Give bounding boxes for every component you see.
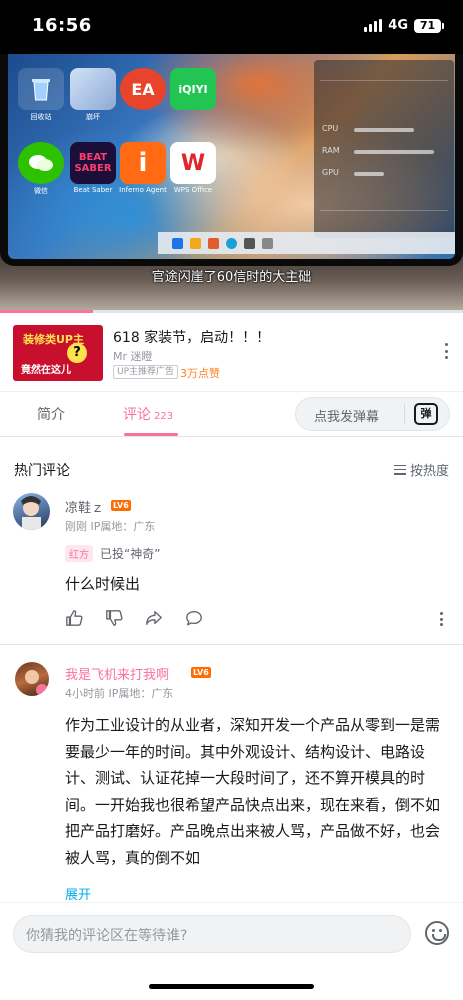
avatar[interactable]	[15, 662, 49, 696]
emoji-icon[interactable]	[425, 921, 449, 945]
desktop-icon-label: 回收站	[30, 113, 52, 121]
comment-meta: 4小时前 IP属地：广东	[65, 687, 174, 700]
status-bar: 16:56 4G 71	[0, 0, 463, 54]
performance-overlay: CPU RAM GPU	[314, 60, 454, 238]
danmaku-input[interactable]: 点我发弹幕 弹	[295, 397, 450, 431]
ad-thumbnail[interactable]: 装修类UP主 ? 竟然在这儿	[13, 325, 103, 381]
avatar[interactable]	[13, 493, 50, 530]
video-frame-tablet: 回收站 崩坏 EA iQIYI 微信 BEAT SABER Beat Saber …	[0, 54, 463, 266]
danmaku-toggle-icon[interactable]: 弹	[414, 403, 438, 425]
recycle-bin-icon	[18, 68, 64, 110]
comment-meta: 刚刚 IP属地：广东	[65, 520, 156, 533]
wps-icon: W	[170, 142, 216, 184]
more-vertical-icon[interactable]	[443, 343, 449, 359]
danmaku-placeholder: 点我发弹幕	[314, 410, 380, 425]
comment-username[interactable]: 凉鞋ｚ	[65, 497, 104, 516]
tablet-screen: 回收站 崩坏 EA iQIYI 微信 BEAT SABER Beat Saber …	[8, 54, 455, 259]
status-indicators: 4G 71	[364, 18, 444, 33]
comment-input[interactable]: 你猜我的评论区在等待谁?	[13, 915, 411, 953]
video-player[interactable]: 回收站 崩坏 EA iQIYI 微信 BEAT SABER Beat Saber …	[0, 54, 463, 312]
comment-text[interactable]: 什么时候出	[65, 573, 140, 594]
level-badge: LV6	[111, 500, 131, 511]
comment-username[interactable]: 我是飞机来打我啊	[65, 664, 169, 683]
network-type: 4G	[388, 18, 408, 33]
ad-card[interactable]: 装修类UP主 ? 竟然在这儿 618 家装节，启动！！！ Mr 迷瞪 UP主推荐…	[0, 313, 463, 391]
thumbs-down-icon[interactable]	[105, 609, 123, 627]
desktop-icon-label: WPS Office	[173, 186, 213, 194]
ad-badge: UP主推荐广告	[113, 365, 179, 379]
sort-label: 按热度	[409, 464, 449, 479]
vote-tag: 红方	[65, 545, 93, 562]
ad-title[interactable]: 618 家装节，启动！！！	[113, 327, 270, 347]
thumbs-up-icon[interactable]	[65, 609, 83, 627]
home-indicator[interactable]	[149, 984, 314, 989]
status-time: 16:56	[32, 15, 92, 36]
beatsaber-icon: BEAT SABER	[70, 142, 116, 184]
iqiyi-icon: iQIYI	[170, 68, 216, 110]
ad-thumb-subtitle: 竟然在这儿	[21, 365, 71, 376]
sort-icon	[393, 464, 406, 475]
tab-intro[interactable]: 简介	[37, 404, 65, 424]
desktop-icon-label: 崩坏	[86, 113, 100, 121]
ad-likes: 3万点赞	[180, 367, 220, 380]
ea-icon: EA	[120, 68, 166, 110]
vote-text: 已投“神奇”	[100, 547, 161, 561]
signal-icon	[364, 19, 383, 32]
comment-count: 223	[154, 411, 174, 422]
comment-divider	[0, 644, 463, 645]
share-icon[interactable]	[145, 609, 163, 627]
expand-link[interactable]: 展开	[65, 884, 91, 900]
level-badge: LV6	[191, 667, 211, 678]
video-subtitle: 官途闪崖了60信时的大主础	[151, 270, 312, 285]
i-icon: i	[120, 142, 166, 184]
sort-button[interactable]: 按热度	[393, 460, 449, 479]
question-mark-icon: ?	[67, 343, 87, 363]
game-icon	[70, 68, 116, 110]
desktop-icon-label: 微信	[34, 187, 48, 195]
comment-input-placeholder: 你猜我的评论区在等待谁?	[26, 928, 188, 944]
reply-icon[interactable]	[185, 609, 203, 627]
divider	[404, 404, 405, 424]
tab-comments-label: 评论	[123, 407, 151, 423]
tab-comments[interactable]: 评论 223	[123, 404, 173, 424]
comment-more-icon[interactable]	[439, 612, 443, 626]
hot-comments-title: 热门评论	[14, 463, 70, 479]
tab-bar: 简介 评论 223 点我发弹幕 弹	[0, 391, 463, 437]
active-tab-indicator	[124, 433, 178, 436]
ad-author[interactable]: Mr 迷瞪	[113, 348, 153, 364]
comment-actions	[65, 609, 203, 627]
battery-icon: 71	[414, 18, 444, 33]
windows-taskbar	[158, 232, 455, 254]
comment-text[interactable]: 作为工业设计的从业者，深知开发一个产品从零到一是需要最少一年的时间。其中外观设计…	[65, 712, 445, 879]
wechat-icon	[18, 142, 64, 184]
